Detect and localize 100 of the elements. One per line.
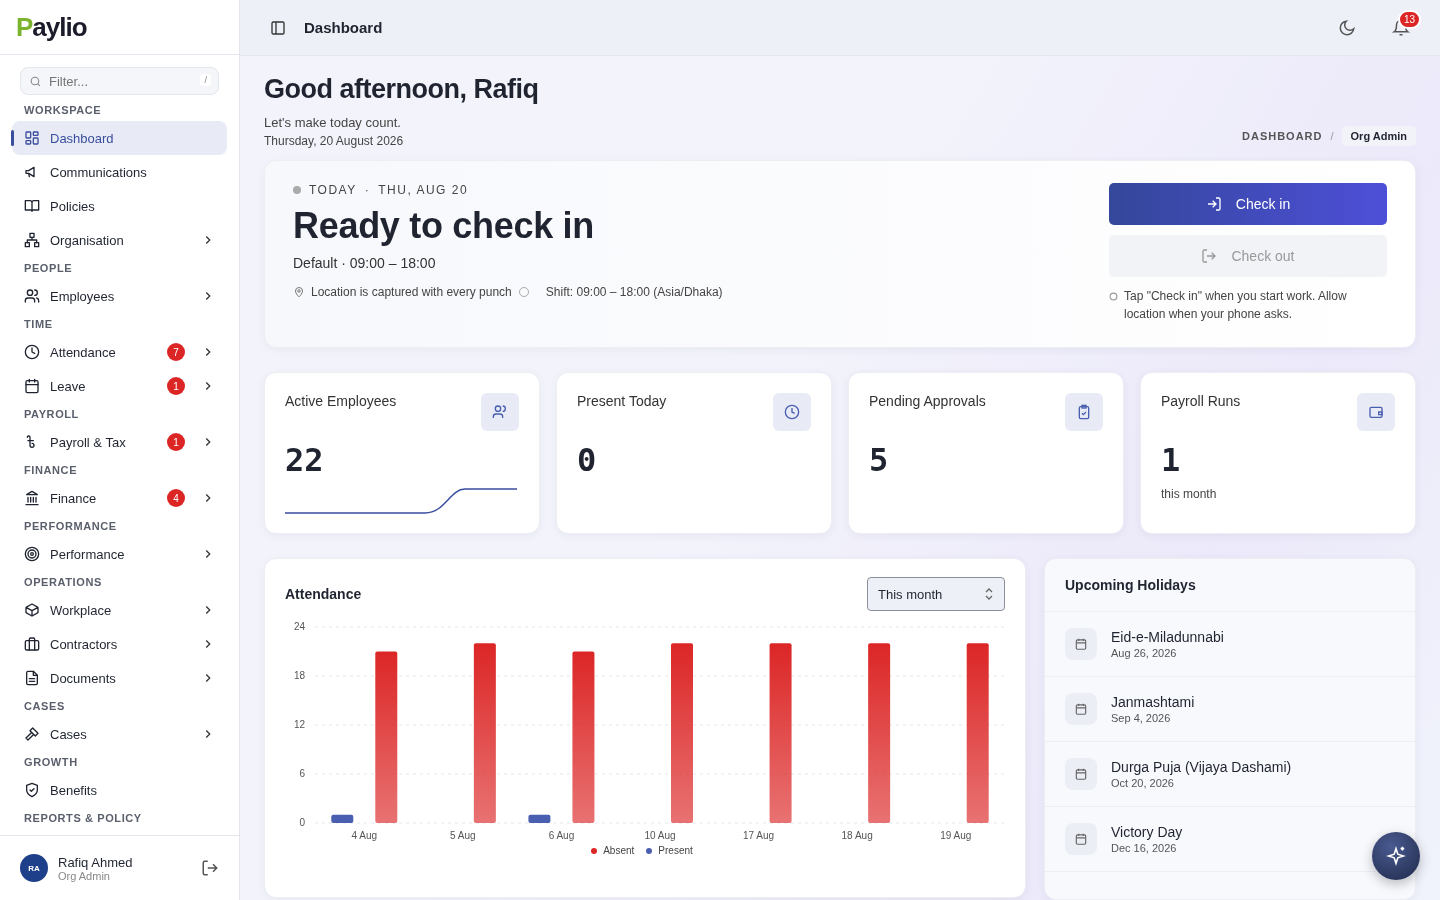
sidebar-toggle-icon[interactable] [270, 19, 286, 36]
calendar-icon [1065, 693, 1097, 725]
y-tick-label: 6 [299, 768, 305, 779]
nav-icon [24, 490, 40, 506]
check-in-hint: Tap "Check in" when you start work. Allow location when your phone asks. [1124, 288, 1348, 323]
holidays-title: Upcoming Holidays [1045, 559, 1415, 612]
period-select[interactable]: This month [867, 577, 1005, 611]
login-icon [1205, 196, 1222, 212]
role-chip: Org Admin [1341, 126, 1416, 146]
section-heading: TIME [23, 317, 54, 332]
nav-label: Communications [50, 164, 148, 180]
stat-icon [1065, 393, 1103, 431]
count-badge: 4 [167, 489, 185, 507]
holiday-name: Janmashtami [1111, 694, 1195, 710]
nav-label: Attendance [50, 344, 117, 360]
eyebrow-separator: · [364, 183, 371, 197]
eyebrow-label: TODAY [309, 183, 357, 197]
section-heading: CASES [23, 699, 66, 714]
nav-icon [24, 344, 40, 360]
check-in-status: Ready to check in [293, 205, 595, 247]
nav-item[interactable]: Performance [12, 537, 227, 571]
legend-label: Absent [603, 845, 635, 856]
stat-label: Active Employees [285, 393, 397, 409]
count-badge: 1 [167, 377, 185, 395]
nav-item[interactable]: Contractors [12, 627, 227, 661]
section-heading: FINANCE [23, 463, 79, 478]
nav-label: Contractors [50, 636, 119, 652]
holiday-name: Durga Puja (Vijaya Dashami) [1111, 759, 1292, 775]
stat-label: Pending Approvals [869, 393, 986, 409]
info-icon [1109, 292, 1118, 301]
x-tick-label: 5 Aug [450, 830, 476, 841]
legend-dot [646, 847, 653, 854]
nav-item[interactable]: Communications [12, 155, 227, 189]
section-heading: REPORTS & POLICY [23, 811, 143, 826]
shortcut-key: / [200, 74, 211, 86]
nav-item[interactable]: Attendance 7 [12, 335, 227, 369]
nav-icon [24, 602, 40, 618]
paylio-logo: Paylio [0, 0, 239, 55]
nav-item[interactable]: Payroll & Tax 1 [12, 425, 227, 459]
nav-item[interactable]: Workplace [12, 593, 227, 627]
nav-item[interactable]: Finance 4 [12, 481, 227, 515]
search-icon [29, 75, 42, 88]
user-name: Rafiq Ahmed [58, 854, 134, 870]
location-pin-icon [293, 286, 305, 298]
stat-label: Payroll Runs [1161, 393, 1241, 409]
shift-label: Default · 09:00 – 18:00 [293, 255, 437, 271]
calendar-icon [1065, 628, 1097, 660]
stat-icon [481, 393, 519, 431]
y-tick-label: 24 [293, 621, 305, 632]
nav-icon [24, 198, 40, 214]
check-in-button[interactable]: Check in [1109, 183, 1387, 225]
x-tick-label: 19 Aug [940, 830, 972, 841]
nav-label: Employees [50, 288, 116, 304]
x-tick-label: 17 Aug [743, 830, 775, 841]
logout-icon[interactable] [201, 859, 219, 877]
location-note: Location is captured with every punch [311, 285, 512, 299]
eyebrow-date: THU, AUG 20 [378, 183, 469, 197]
section-heading: GROWTH [23, 755, 79, 770]
holiday-date: Aug 26, 2026 [1111, 647, 1178, 659]
section-heading: PAYROLL [23, 407, 80, 422]
stat-value: 22 [285, 441, 325, 479]
nav-item[interactable]: Leave 1 [12, 369, 227, 403]
nav-item[interactable]: Dashboard [12, 121, 227, 155]
nav-item[interactable]: Documents [12, 661, 227, 695]
x-tick-label: 6 Aug [548, 830, 575, 841]
count-badge: 1 [167, 433, 185, 451]
nav-icon [24, 726, 40, 742]
nav-icon [24, 130, 40, 146]
nav-label: Benefits [50, 782, 98, 798]
section-heading: PEOPLE [23, 261, 74, 276]
nav-icon [24, 782, 40, 798]
nav-icon [24, 288, 40, 304]
legend-label: Present [658, 845, 693, 856]
dark-mode-icon[interactable] [1338, 18, 1356, 37]
nav-item[interactable]: Policies [12, 189, 227, 223]
y-tick-label: 18 [293, 670, 305, 681]
holiday-date: Sep 4, 2026 [1111, 712, 1172, 724]
page-title: Dashboard [304, 19, 383, 36]
holiday-name: Eid-e-Miladunnabi [1111, 629, 1224, 645]
holiday-name: Victory Day [1111, 824, 1183, 840]
nav-label: Performance [50, 546, 126, 562]
status-dot-icon [293, 186, 301, 194]
nav-label: Organisation [50, 232, 125, 248]
chart-title: Attendance [285, 586, 362, 602]
nav-icon [24, 232, 40, 248]
x-tick-label: 18 Aug [841, 830, 873, 841]
current-date: Thursday, 20 August 2026 [264, 134, 405, 148]
greeting-subtitle: Let's make today count. [264, 115, 402, 130]
legend-dot [591, 847, 598, 854]
breadcrumb-link[interactable]: DASHBOARD [1242, 130, 1323, 142]
logout-icon [1201, 248, 1218, 264]
nav-item[interactable]: Benefits [12, 773, 227, 807]
y-tick-label: 12 [293, 719, 305, 730]
stat-note: this month [1161, 487, 1218, 501]
nav-item[interactable]: Cases [12, 717, 227, 751]
sparkle-icon [1385, 845, 1407, 867]
nav-label: Cases [50, 726, 88, 742]
nav-item[interactable]: Organisation [12, 223, 227, 257]
stat-value: 5 [869, 441, 890, 479]
nav-item[interactable]: Employees [12, 279, 227, 313]
